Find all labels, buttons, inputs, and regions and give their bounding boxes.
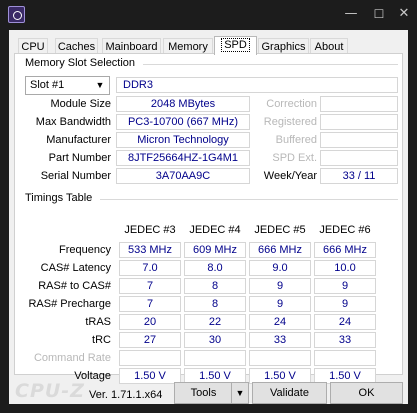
tab-memory[interactable]: Memory [163,38,213,54]
timings-cell: 8 [184,296,246,312]
timings-column-header: JEDEC #4 [189,224,241,236]
timings-row-label: Command Rate [33,352,111,364]
timings-cell: 9 [314,278,376,294]
max-bandwidth-value: PC3-10700 (667 MHz) [116,114,250,130]
tab-about[interactable]: About [310,38,348,54]
timings-cell: 10.0 [314,260,376,276]
spd-ext-label: SPD Ext. [272,152,317,164]
memory-type-field: DDR3 [116,77,398,93]
part-number-value: 8JTF25664HZ-1G4M1 [116,150,250,166]
timings-row-label: tRC [92,334,111,346]
cpuz-app-icon[interactable] [8,6,25,23]
tab-label: SPD [221,38,250,52]
timings-cell: 533 MHz [119,242,181,258]
tab-label: Mainboard [105,41,158,53]
week-year-value: 33 / 11 [320,168,398,184]
timings-cell: 30 [184,332,246,348]
timings-cell: 9 [249,296,311,312]
chevron-down-icon[interactable]: ▼ [231,383,248,403]
buffered-value [320,132,398,148]
timings-cell: 9.0 [249,260,311,276]
timings-cell: 7 [119,278,181,294]
correction-value [320,96,398,112]
slot-select[interactable]: Slot #1 ▼ [25,76,110,95]
ok-button[interactable]: OK [330,382,403,404]
week-year-label: Week/Year [263,170,317,182]
buffered-label: Buffered [275,134,317,146]
maximize-icon[interactable]: ☐ [372,7,386,21]
window-client: CPU Caches Mainboard Memory SPD Graphics… [9,30,408,404]
manufacturer-value: Micron Technology [116,132,250,148]
tab-label: About [314,41,344,53]
chevron-down-icon: ▼ [95,80,105,90]
timings-row-label: Frequency [59,244,111,256]
tab-label: Caches [57,41,96,53]
tab-cpu[interactable]: CPU [18,38,48,54]
minimize-icon[interactable]: — [344,7,358,21]
title-bar: — ☐ ✕ [0,0,417,30]
tab-bar: CPU Caches Mainboard Memory SPD Graphics… [9,36,408,55]
timings-cell: 7.0 [119,260,181,276]
timings-cell: 9 [249,278,311,294]
tab-mainboard[interactable]: Mainboard [102,38,161,54]
tools-button-label: Tools [190,387,217,399]
timings-cell: 8 [184,278,246,294]
timings-cell [119,350,181,366]
part-number-label: Part Number [48,152,111,164]
serial-number-value: 3A70AA9C [116,168,250,184]
tab-label: Memory [168,41,208,53]
timings-cell: 24 [314,314,376,330]
validate-button[interactable]: Validate [252,382,327,404]
divider [100,199,398,200]
registered-value [320,114,398,130]
timings-row-label: RAS# to CAS# [38,280,111,292]
timings-row-label: RAS# Precharge [28,298,111,310]
max-bandwidth-label: Max Bandwidth [35,116,111,128]
timings-cell: 27 [119,332,181,348]
timings-cell: 666 MHz [249,242,311,258]
timings-column-header: JEDEC #5 [254,224,306,236]
timings-cell: 24 [249,314,311,330]
tab-graphics[interactable]: Graphics [258,38,309,54]
tab-label: Graphics [261,41,306,53]
timings-row-label: tRAS [85,316,111,328]
timings-cell [184,350,246,366]
tab-label: CPU [21,41,45,53]
tools-button[interactable]: Tools ▼ [174,382,249,404]
module-size-label: Module Size [50,98,111,110]
registered-label: Registered [263,116,317,128]
slot-select-value: Slot #1 [30,79,65,91]
timings-cell: 666 MHz [314,242,376,258]
module-size-value: 2048 MBytes [116,96,250,112]
serial-number-label: Serial Number [40,170,111,182]
tab-caches[interactable]: Caches [55,38,98,54]
tab-spd[interactable]: SPD [214,36,257,55]
timings-cell: 609 MHz [184,242,246,258]
spd-panel: Memory Slot Selection Slot #1 ▼ DDR3 Mod… [14,53,403,384]
timings-cell: 33 [314,332,376,348]
correction-label: Correction [266,98,317,110]
timings-column-header: JEDEC #6 [319,224,371,236]
version-label: Ver. 1.71.1.x64 [89,389,163,401]
divider [143,64,398,65]
timings-cell: 22 [184,314,246,330]
manufacturer-label: Manufacturer [46,134,111,146]
spd-ext-value [320,150,398,166]
cpuz-logo: CPU-Z [15,380,85,402]
memory-slot-group-title: Memory Slot Selection [25,57,136,69]
timings-row-label: CAS# Latency [40,262,111,274]
timings-group-title: Timings Table [25,192,93,204]
timings-cell: 33 [249,332,311,348]
timings-column-header: JEDEC #3 [124,224,176,236]
timings-cell: 8.0 [184,260,246,276]
timings-cell: 20 [119,314,181,330]
close-icon[interactable]: ✕ [397,7,411,21]
timings-cell: 7 [119,296,181,312]
timings-cell: 9 [314,296,376,312]
timings-cell [249,350,311,366]
timings-cell [314,350,376,366]
